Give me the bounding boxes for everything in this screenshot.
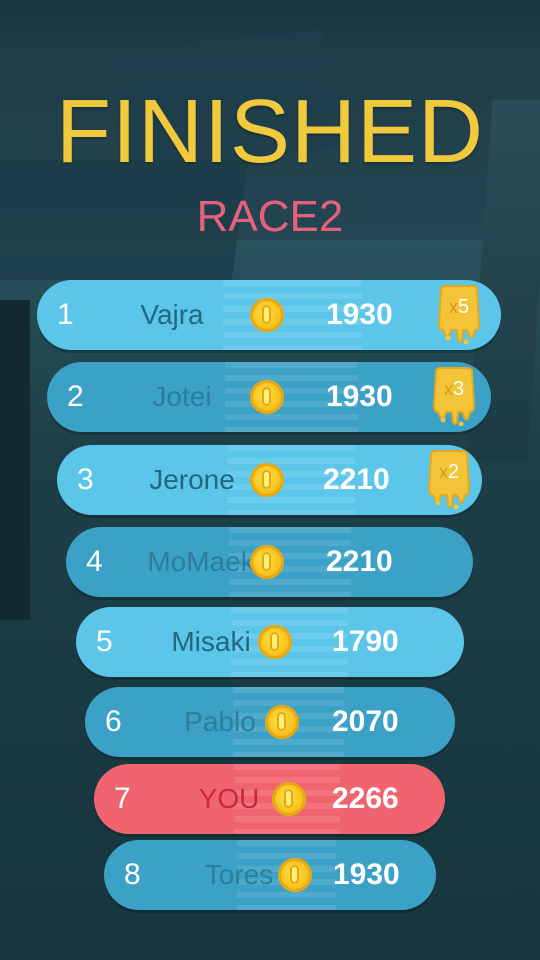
player-rank: 3 bbox=[77, 463, 94, 496]
player-rank: 6 bbox=[105, 705, 122, 738]
multiplier-prefix: x bbox=[443, 379, 453, 399]
player-row: 3 Jerone 2210 x2 bbox=[57, 445, 482, 515]
player-rank: 4 bbox=[86, 545, 103, 578]
player-row: 1 Vajra 1930 x5 bbox=[37, 280, 501, 350]
player-score: 1790 bbox=[332, 625, 399, 658]
race-subtitle: RACE2 bbox=[196, 192, 344, 241]
multiplier-label: x3 bbox=[428, 378, 480, 401]
multiplier-prefix: x bbox=[448, 297, 458, 317]
player-score: 2210 bbox=[326, 545, 393, 578]
gold-coin-icon bbox=[250, 463, 284, 497]
gold-coin-icon bbox=[250, 380, 284, 414]
slime-multiplier-badge-icon: x3 bbox=[428, 366, 480, 427]
player-score: 2070 bbox=[332, 705, 399, 738]
multiplier-value: 2 bbox=[447, 461, 460, 483]
player-score: 1930 bbox=[333, 858, 400, 891]
page-title: FINISHED bbox=[55, 82, 485, 182]
player-row: 2 Jotei 1930 x3 bbox=[47, 362, 491, 432]
multiplier-label: x5 bbox=[433, 296, 485, 319]
gold-coin-icon bbox=[250, 545, 284, 579]
slime-multiplier-badge-icon: x2 bbox=[423, 449, 475, 510]
player-rank: 7 bbox=[114, 782, 131, 815]
player-rank: 1 bbox=[57, 298, 74, 331]
player-row-you: 7 YOU 2266 bbox=[94, 764, 445, 834]
player-row: 4 MoMaek 2210 bbox=[66, 527, 473, 597]
multiplier-value: 5 bbox=[457, 296, 470, 318]
slime-multiplier-badge-icon: x5 bbox=[433, 284, 485, 345]
player-row: 8 Tores 1930 bbox=[104, 840, 436, 910]
player-score: 2210 bbox=[323, 463, 390, 496]
player-row: 5 Misaki 1790 bbox=[76, 607, 464, 677]
player-rank: 2 bbox=[67, 380, 84, 413]
multiplier-value: 3 bbox=[452, 378, 465, 400]
background-cliff bbox=[0, 300, 30, 620]
player-name: Jerone bbox=[149, 464, 235, 495]
player-score: 2266 bbox=[332, 782, 399, 815]
gold-coin-icon bbox=[265, 705, 299, 739]
player-rank: 8 bbox=[124, 858, 141, 891]
gold-coin-icon bbox=[258, 625, 292, 659]
player-rank: 5 bbox=[96, 625, 113, 658]
gold-coin-icon bbox=[272, 782, 306, 816]
player-score: 1930 bbox=[326, 380, 393, 413]
player-score: 1930 bbox=[326, 298, 393, 331]
player-row: 6 Pablo 2070 bbox=[85, 687, 455, 757]
multiplier-prefix: x bbox=[438, 462, 448, 482]
gold-coin-icon bbox=[250, 298, 284, 332]
multiplier-label: x2 bbox=[423, 461, 475, 484]
player-name: Vajra bbox=[140, 299, 204, 330]
player-name: Jotei bbox=[152, 381, 212, 412]
gold-coin-icon bbox=[278, 858, 312, 892]
